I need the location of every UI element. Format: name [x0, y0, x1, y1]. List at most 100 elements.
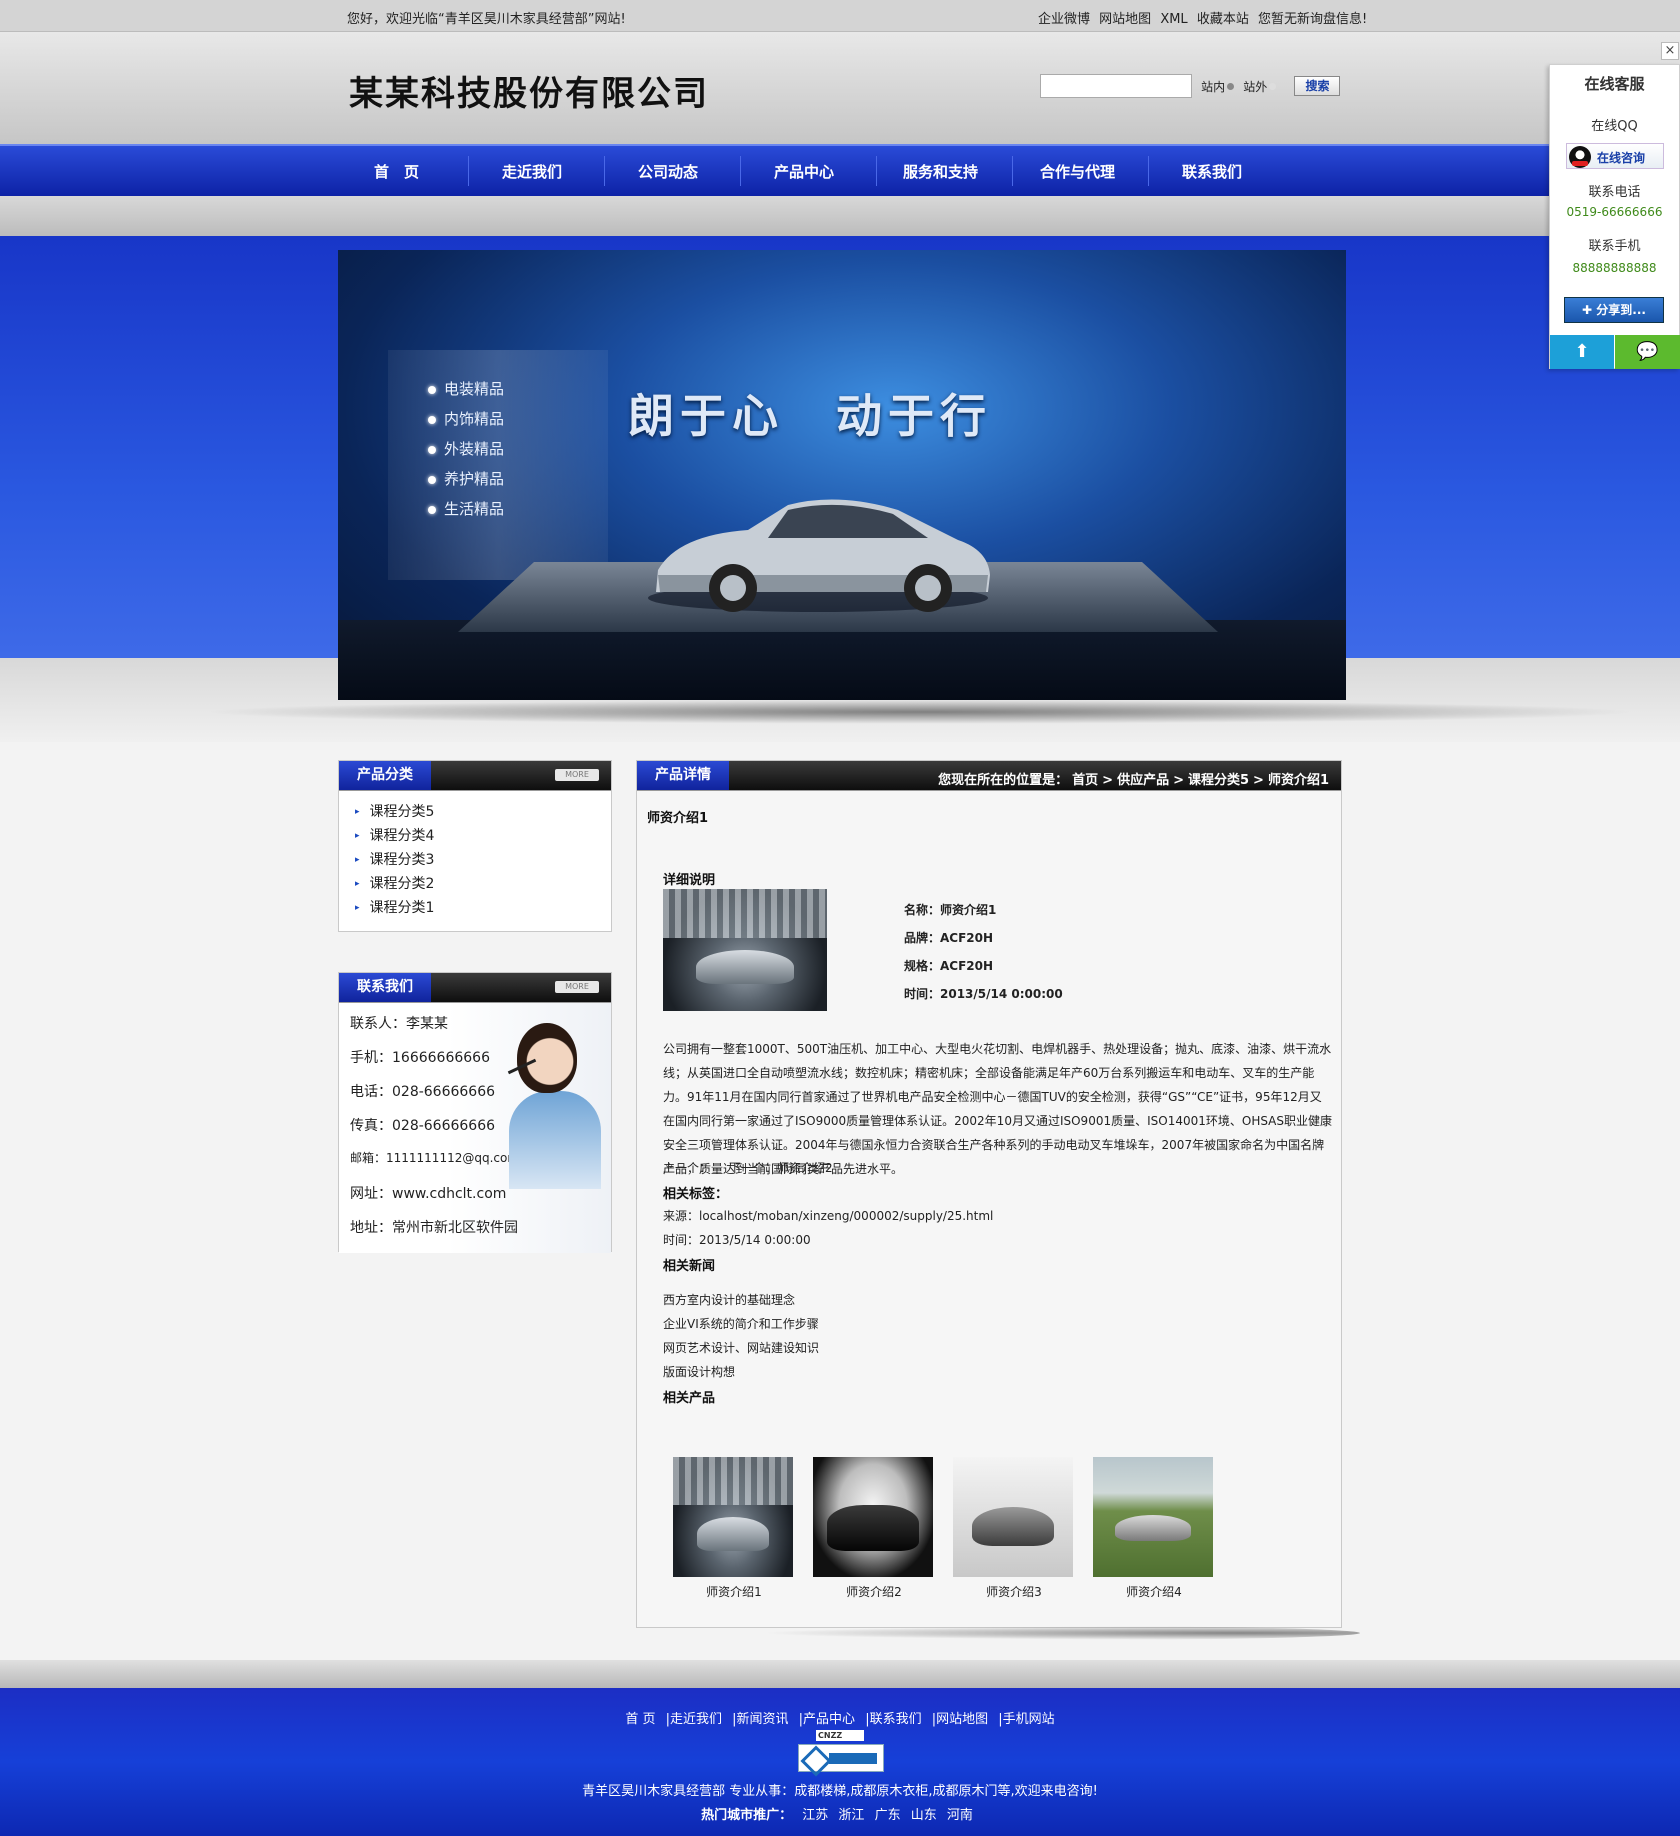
cnzz-stats-badge[interactable]: CNZZ: [816, 1730, 864, 1741]
nav-home[interactable]: 首 页: [374, 161, 419, 182]
prev-next-links[interactable]: 上一个： 下一个：师资介绍2: [663, 1159, 833, 1176]
site-certification-logo[interactable]: [798, 1744, 884, 1772]
hot-city-link[interactable]: 河南: [947, 1808, 973, 1823]
breadcrumb-supply[interactable]: 供应产品: [1117, 773, 1169, 788]
footer-link-sitemap[interactable]: |网站地图: [932, 1712, 988, 1727]
breadcrumb-category[interactable]: 课程分类5: [1188, 773, 1249, 788]
top-link-sitemap[interactable]: 网站地图: [1099, 12, 1151, 27]
nav-products[interactable]: 产品中心: [774, 161, 834, 182]
contact-box: 联系我们 MORE 联系人：李某某 手机：16666666666 电话：028-…: [338, 972, 612, 1253]
nav-separator: [604, 156, 605, 186]
breadcrumb-home[interactable]: 首页: [1072, 773, 1098, 788]
related-news-item[interactable]: 企业VI系统的简介和工作步骤: [663, 1315, 819, 1332]
hero-banner[interactable]: 电装精品 内饰精品 外装精品 养护精品 生活精品 朗于心 动于行: [338, 250, 1346, 700]
related-product-image[interactable]: [953, 1457, 1073, 1577]
nav-news[interactable]: 公司动态: [638, 161, 698, 182]
related-product-card[interactable]: 师资介绍2: [813, 1457, 935, 1600]
qq-consult-button[interactable]: 在线咨询: [1566, 143, 1664, 169]
product-title: 师资介绍1: [647, 811, 709, 826]
search-input[interactable]: [1040, 74, 1192, 98]
online-service-title: 在线客服: [1584, 75, 1645, 93]
related-product-caption[interactable]: 师资介绍2: [813, 1583, 935, 1600]
related-product-caption[interactable]: 师资介绍4: [1093, 1583, 1215, 1600]
top-link-inquiry[interactable]: 您暂无新询盘信息!: [1258, 12, 1367, 27]
spec-brand: 品牌：ACF20H: [904, 931, 994, 945]
chat-button[interactable]: 💬: [1615, 335, 1680, 369]
hot-city-link[interactable]: 浙江: [838, 1808, 864, 1823]
company-logo[interactable]: 某某科技股份有限公司: [349, 66, 709, 115]
footer-link-about[interactable]: |走近我们: [666, 1712, 722, 1727]
banner-menu-item: 生活精品: [428, 498, 504, 519]
nav-about[interactable]: 走近我们: [502, 161, 562, 182]
related-products-title: 相关产品: [663, 1391, 716, 1406]
close-icon[interactable]: ×: [1661, 42, 1679, 60]
share-button[interactable]: ✚ 分享到...: [1564, 297, 1664, 323]
related-product-image[interactable]: [813, 1457, 933, 1577]
breadcrumb-separator: >: [1173, 773, 1184, 788]
breadcrumb-separator: >: [1253, 773, 1264, 788]
footer-link-home[interactable]: 首 页: [625, 1712, 655, 1727]
product-detail-header: 产品详情 您现在所在的位置是： 首页 > 供应产品 > 课程分类5 > 师资介绍1: [637, 761, 1341, 791]
hot-cities-label: 热门城市推广：: [701, 1808, 793, 1823]
hot-city-link[interactable]: 山东: [911, 1808, 937, 1823]
banner-floor: [338, 620, 1346, 700]
category-item[interactable]: 课程分类1: [355, 897, 611, 921]
related-product-caption[interactable]: 师资介绍3: [953, 1583, 1075, 1600]
category-item[interactable]: 课程分类5: [355, 801, 611, 825]
related-product-image[interactable]: [1093, 1457, 1213, 1577]
spec-time: 时间：2013/5/14 0:00:00: [904, 987, 1063, 1001]
search-form: 站内 站外 搜索: [1040, 74, 1341, 100]
category-more-button[interactable]: MORE: [555, 769, 599, 781]
category-item[interactable]: 课程分类4: [355, 825, 611, 849]
banner-menu-item: 外装精品: [428, 438, 504, 459]
category-item[interactable]: 课程分类2: [355, 873, 611, 897]
footer-link-news[interactable]: |新闻资讯: [732, 1712, 788, 1727]
hot-city-link[interactable]: 江苏: [802, 1808, 828, 1823]
search-button[interactable]: 搜索: [1294, 76, 1341, 96]
category-box: 产品分类 MORE 课程分类5 课程分类4 课程分类3 课程分类2 课程分类1: [338, 760, 612, 932]
related-news-item[interactable]: 西方室内设计的基础理念: [663, 1291, 795, 1308]
product-main-image[interactable]: [663, 889, 827, 1011]
qq-label: 在线QQ: [1591, 119, 1638, 134]
nav-separator: [1148, 156, 1149, 186]
hot-cities: 热门城市推广： 江苏 浙江 广东 山东 河南: [0, 1804, 1680, 1823]
footer-link-mobile[interactable]: |手机网站: [998, 1712, 1054, 1727]
contact-info: 联系人：李某某 手机：16666666666 电话：028-66666666 传…: [339, 1003, 611, 1253]
related-product-caption[interactable]: 师资介绍1: [673, 1583, 795, 1600]
search-scope-web-radio[interactable]: [1269, 82, 1277, 90]
top-link-xml[interactable]: XML: [1160, 12, 1187, 27]
welcome-text: 您好，欢迎光临“青羊区昊川木家具经营部”网站!: [347, 12, 626, 27]
chat-bubble-icon: 💬: [1636, 341, 1659, 362]
nav-separator: [876, 156, 877, 186]
footer-link-products[interactable]: |产品中心: [799, 1712, 855, 1727]
agent-head: [517, 1023, 577, 1093]
product-specs: 名称：师资介绍1 品牌：ACF20H 规格：ACF20H 时间：2013/5/1…: [904, 901, 1063, 1013]
contact-box-header: 联系我们 MORE: [339, 973, 611, 1003]
top-link-weibo[interactable]: 企业微博: [1038, 12, 1090, 27]
category-box-title: 产品分类: [339, 761, 431, 790]
online-service-panel: 在线客服 在线QQ 在线咨询 联系电话 0519-66666666 联系手机 8…: [1549, 64, 1680, 369]
breadcrumb-prefix: 您现在所在的位置是：: [938, 773, 1069, 788]
hot-city-link[interactable]: 广东: [875, 1808, 901, 1823]
related-news-item[interactable]: 版面设计构想: [663, 1363, 735, 1380]
related-product-card[interactable]: 师资介绍4: [1093, 1457, 1215, 1600]
nav-separator: [740, 156, 741, 186]
nav-contact[interactable]: 联系我们: [1182, 161, 1242, 182]
footer-links: 首 页 |走近我们 |新闻资讯 |产品中心 |联系我们 |网站地图 |手机网站: [0, 1708, 1680, 1727]
nav-partner[interactable]: 合作与代理: [1040, 161, 1115, 182]
category-item[interactable]: 课程分类3: [355, 849, 611, 873]
nav-service[interactable]: 服务和支持: [903, 161, 978, 182]
footer-link-contact[interactable]: |联系我们: [865, 1712, 921, 1727]
banner-menu-item: 养护精品: [428, 468, 504, 489]
back-to-top-button[interactable]: ⬆: [1550, 335, 1614, 369]
related-news-item[interactable]: 网页艺术设计、网站建设知识: [663, 1339, 819, 1356]
site-footer: 首 页 |走近我们 |新闻资讯 |产品中心 |联系我们 |网站地图 |手机网站 …: [0, 1688, 1680, 1836]
search-scope-site-radio[interactable]: [1227, 82, 1235, 90]
banner-shadow: [200, 700, 1640, 724]
related-product-image[interactable]: [673, 1457, 793, 1577]
related-product-card[interactable]: 师资介绍1: [673, 1457, 795, 1600]
top-link-favorite[interactable]: 收藏本站: [1197, 12, 1249, 27]
contact-more-button[interactable]: MORE: [555, 981, 599, 993]
footer-top-strip: [0, 1660, 1680, 1688]
related-product-card[interactable]: 师资介绍3: [953, 1457, 1075, 1600]
